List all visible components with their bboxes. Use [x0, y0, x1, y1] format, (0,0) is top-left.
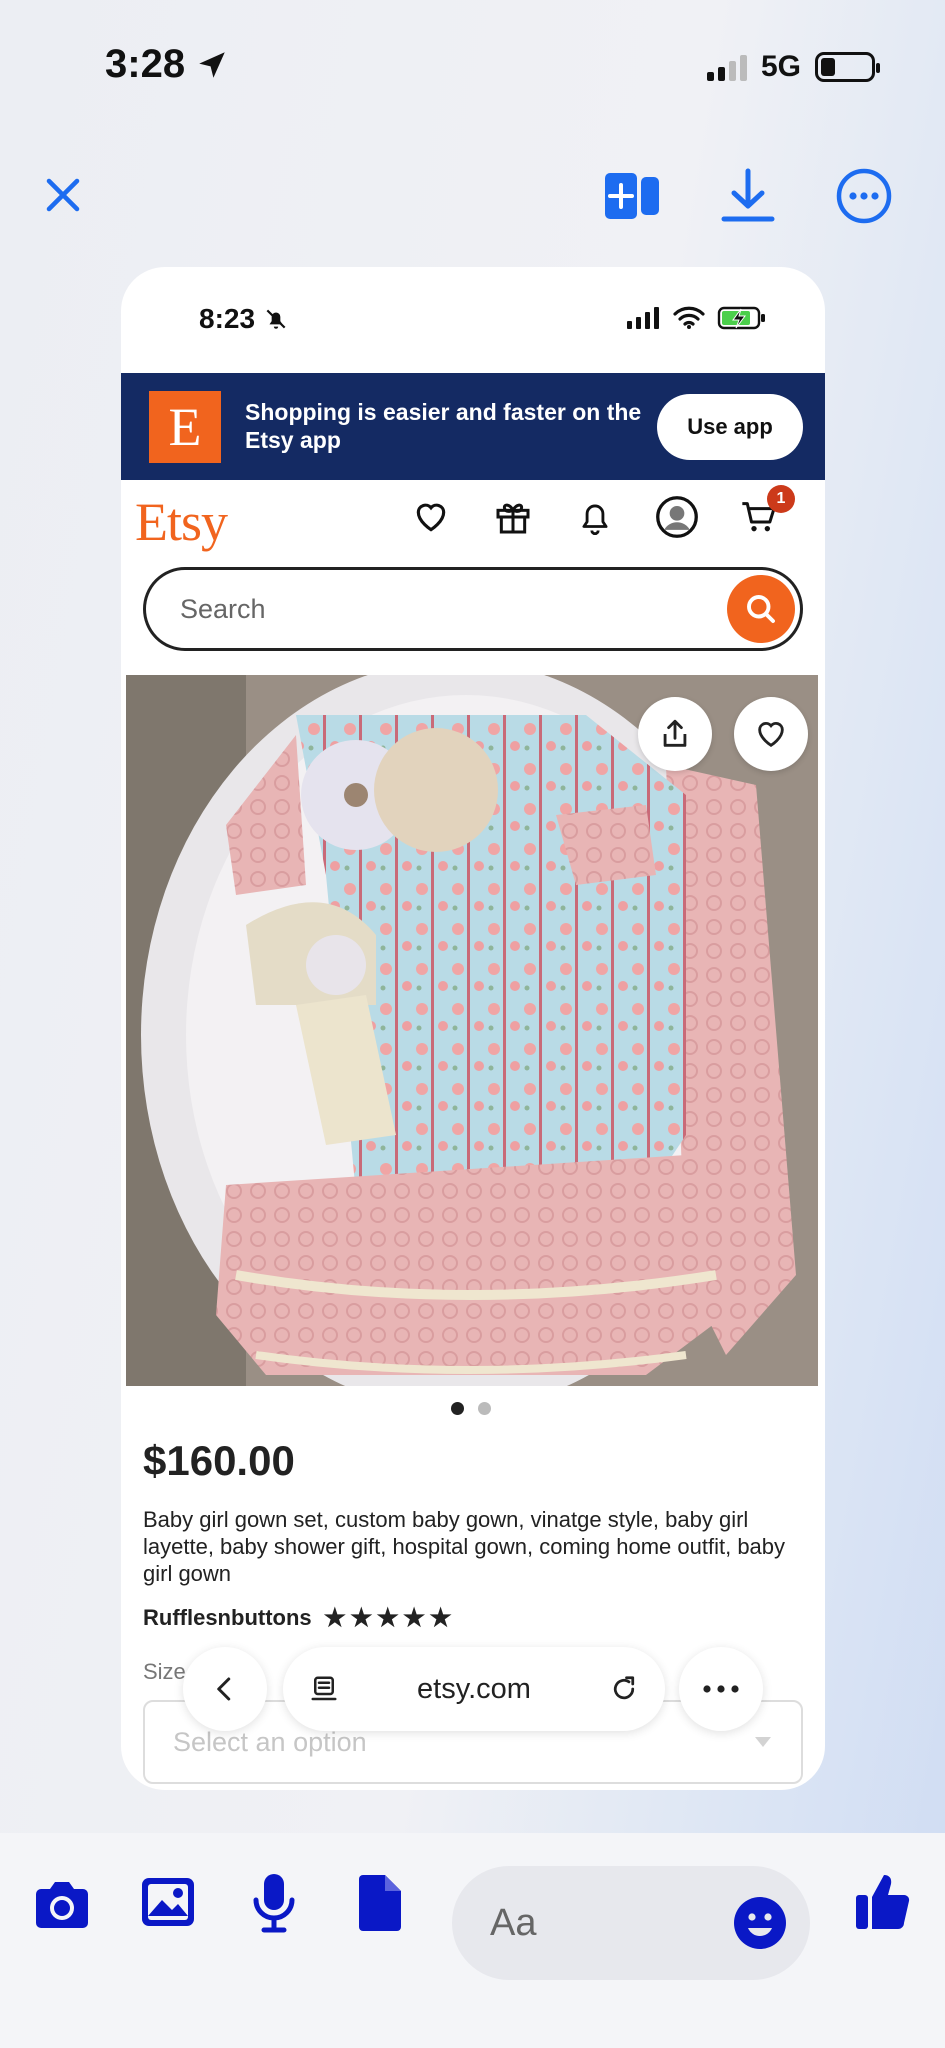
gift-icon [496, 503, 530, 534]
camera-icon [36, 1882, 88, 1928]
share-icon [663, 719, 687, 747]
etsy-app-logo: E [149, 390, 221, 463]
search-icon [747, 595, 775, 623]
message-composer [452, 1866, 810, 1980]
more-options-button[interactable] [834, 166, 894, 226]
photo-icon [142, 1878, 194, 1926]
ellipsis-icon [703, 1685, 739, 1693]
document-button[interactable] [354, 1870, 406, 1936]
message-input[interactable] [490, 1901, 670, 1945]
search-input[interactable] [180, 593, 727, 625]
carousel-dots [451, 1402, 491, 1415]
document-icon [359, 1875, 401, 1931]
close-button[interactable] [38, 170, 88, 220]
size-select-value: Select an option [173, 1726, 367, 1757]
microphone-button[interactable] [246, 1870, 302, 1936]
battery-icon [815, 52, 880, 82]
browser-more-button[interactable] [679, 1647, 763, 1731]
status-time-text: 3:28 [105, 42, 186, 86]
star-icon: ★ [323, 1604, 347, 1632]
status-time: 3:28 [105, 42, 229, 87]
camera-button[interactable] [32, 1875, 92, 1935]
account-icon [656, 496, 698, 538]
search-bar [143, 567, 803, 651]
shared-screenshot[interactable]: 8:23 E Shopping is easier and faster on … [121, 267, 825, 1790]
shop-info: Rufflesnbuttons ★ ★ ★ ★ ★ [143, 1603, 452, 1633]
product-image[interactable] [126, 675, 818, 1386]
gift-button[interactable] [491, 495, 535, 539]
reader-icon [311, 1676, 337, 1701]
search-button[interactable] [727, 575, 795, 643]
favorite-listing-button[interactable] [734, 697, 808, 771]
battery-charging-icon [717, 306, 765, 330]
wifi-icon [673, 306, 705, 329]
browser-url: etsy.com [417, 1672, 531, 1705]
photo-button[interactable] [138, 1872, 198, 1932]
inner-status-indicators [627, 305, 767, 331]
cart-button[interactable]: 1 [737, 485, 795, 539]
inner-signal-icon [627, 307, 659, 329]
download-icon [721, 168, 775, 222]
header-icons: 1 [409, 485, 795, 539]
inner-time-text: 8:23 [199, 303, 256, 334]
back-chevron-icon [217, 1677, 231, 1701]
bell-muted-icon [266, 309, 286, 329]
share-button[interactable] [638, 697, 712, 771]
use-app-button[interactable]: Use app [657, 393, 803, 460]
listing-title: Baby girl gown set, custom baby gown, vi… [143, 1507, 786, 1586]
banner-message: Shopping is easier and faster on the Ets… [245, 398, 642, 453]
like-button[interactable] [852, 1868, 914, 1934]
close-icon [46, 178, 80, 212]
star-icon: ★ [402, 1604, 426, 1632]
star-icon: ★ [376, 1604, 399, 1632]
favorites-button[interactable] [409, 495, 453, 539]
status-indicators: 5G [706, 50, 880, 84]
carousel-dot[interactable] [478, 1402, 491, 1415]
star-icon: ★ [429, 1604, 452, 1632]
cart-badge: 1 [767, 485, 795, 513]
carousel-dot-active[interactable] [451, 1402, 464, 1415]
thumbs-up-icon [856, 1875, 910, 1929]
network-type: 5G [760, 50, 801, 83]
notifications-icon [582, 504, 608, 535]
emoji-icon[interactable] [732, 1895, 788, 1951]
microphone-icon [253, 1874, 295, 1933]
heart-icon [758, 722, 784, 748]
account-button[interactable] [655, 495, 699, 539]
rating-stars: ★ ★ ★ ★ ★ [324, 1603, 452, 1633]
location-arrow-icon [199, 51, 225, 78]
app-banner: E Shopping is easier and faster on the E… [121, 373, 825, 480]
add-to-panel-button[interactable] [602, 168, 662, 224]
inner-status-time: 8:23 [199, 303, 289, 335]
notifications-button[interactable] [573, 495, 617, 539]
size-label: Size [143, 1659, 186, 1684]
download-button[interactable] [718, 166, 778, 226]
favorites-icon [416, 503, 446, 532]
shop-name[interactable]: Rufflesnbuttons [143, 1605, 312, 1631]
browser-back-button[interactable] [183, 1647, 267, 1731]
more-options-icon [836, 168, 892, 224]
cellular-signal-icon [706, 53, 747, 81]
chevron-down-icon [755, 1737, 771, 1747]
add-to-panel-icon [605, 173, 659, 219]
etsy-logo[interactable]: Etsy [135, 491, 228, 553]
browser-address-bar[interactable]: etsy.com [283, 1647, 665, 1731]
baby-gown-photo [126, 675, 818, 1386]
star-icon: ★ [350, 1604, 373, 1632]
reload-icon[interactable] [609, 1674, 639, 1704]
listing-price: $160.00 [143, 1437, 295, 1484]
